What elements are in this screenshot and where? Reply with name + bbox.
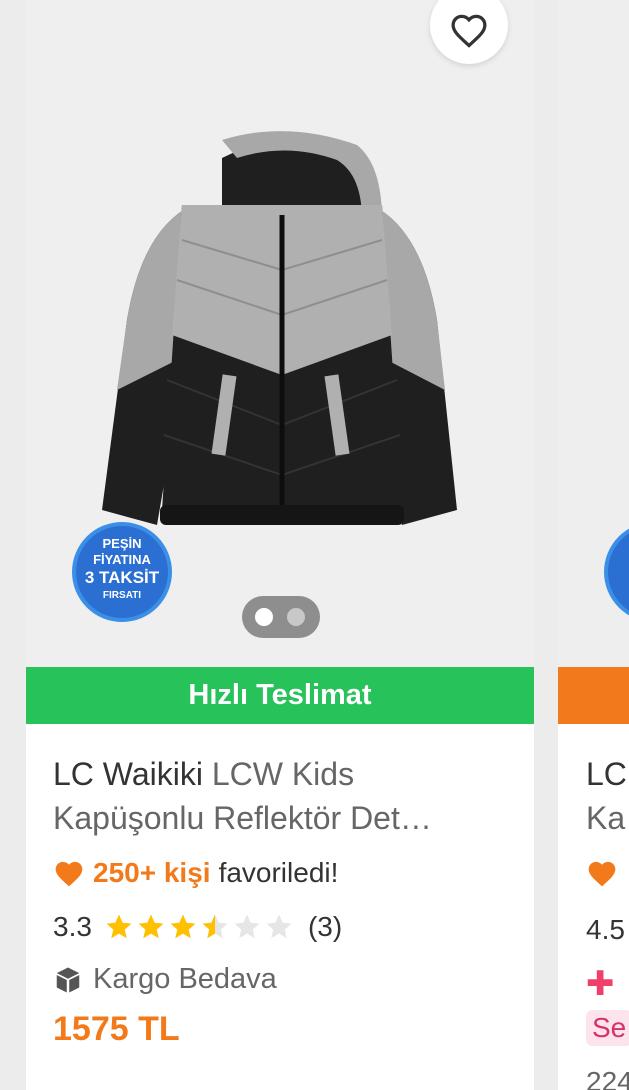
next-product-card[interactable]: LC Ka 4.5 ✚ Se 224 bbox=[558, 0, 629, 1090]
next-installment-badge bbox=[604, 528, 629, 616]
shipping-label: Kargo Bedava bbox=[93, 963, 277, 995]
next-product-image[interactable] bbox=[558, 0, 629, 667]
favorites-suffix: favoriledi! bbox=[218, 857, 339, 888]
product-name-part2: Kapüşonlu Reflektör Det… bbox=[53, 800, 432, 836]
product-price: 1575 TL bbox=[53, 1010, 180, 1048]
next-product-title[interactable]: LC Ka bbox=[586, 752, 627, 840]
star-empty-icon bbox=[234, 914, 260, 939]
product-name-part1: LCW Kids bbox=[211, 756, 355, 792]
star-full-icon bbox=[138, 914, 164, 939]
favorites-row: 250+ kişi favoriledi! bbox=[53, 857, 338, 889]
next-title-line2: Ka bbox=[586, 800, 626, 836]
next-rating-value: 4.5 bbox=[586, 914, 625, 945]
orange-heart-icon bbox=[55, 861, 83, 887]
next-orange-heart-icon bbox=[588, 861, 616, 887]
product-title[interactable]: LC Waikiki LCW Kids Kapüşonlu Reflektör … bbox=[53, 752, 513, 840]
product-image[interactable]: PEŞİN FİYATINA 3 TAKSİT FIRSATI bbox=[26, 0, 534, 667]
package-icon bbox=[56, 967, 80, 992]
review-count: (3) bbox=[307, 911, 343, 942]
rating-row: 3.3 (3) bbox=[53, 911, 342, 943]
product-brand: LC Waikiki bbox=[53, 756, 203, 792]
product-card[interactable]: PEŞİN FİYATINA 3 TAKSİT FIRSATI Hızlı Te… bbox=[26, 0, 534, 1090]
jacket-image bbox=[102, 131, 457, 525]
star-empty-icon bbox=[266, 914, 292, 939]
badge-line-3: 3 TAKSİT bbox=[85, 568, 160, 587]
heart-outline-icon bbox=[451, 14, 487, 48]
rating-value: 3.3 bbox=[53, 911, 92, 942]
free-shipping-row: Kargo Bedava bbox=[53, 963, 277, 996]
fast-delivery-banner: Hızlı Teslimat bbox=[26, 667, 534, 724]
next-count: 224 bbox=[586, 1066, 629, 1090]
next-delivery-banner bbox=[558, 667, 629, 724]
badge-line-2: FİYATINA bbox=[93, 552, 151, 567]
rating-stars bbox=[104, 912, 296, 942]
badge-line-1: PEŞİN bbox=[102, 536, 141, 551]
next-title-line1: LC bbox=[586, 756, 627, 792]
badge-line-4: FIRSATI bbox=[103, 590, 141, 601]
pagination-dot-active[interactable] bbox=[255, 608, 273, 626]
image-pagination[interactable] bbox=[242, 596, 320, 638]
star-half-icon bbox=[202, 914, 228, 939]
favorites-count: 250+ kişi bbox=[93, 857, 211, 888]
star-full-icon bbox=[106, 914, 132, 939]
installment-badge: PEŞİN FİYATINA 3 TAKSİT FIRSATI bbox=[72, 522, 172, 622]
pagination-dot[interactable] bbox=[287, 608, 305, 626]
next-tag: Se bbox=[586, 1010, 629, 1046]
star-full-icon bbox=[170, 914, 196, 939]
plus-icon: ✚ bbox=[586, 965, 615, 1003]
